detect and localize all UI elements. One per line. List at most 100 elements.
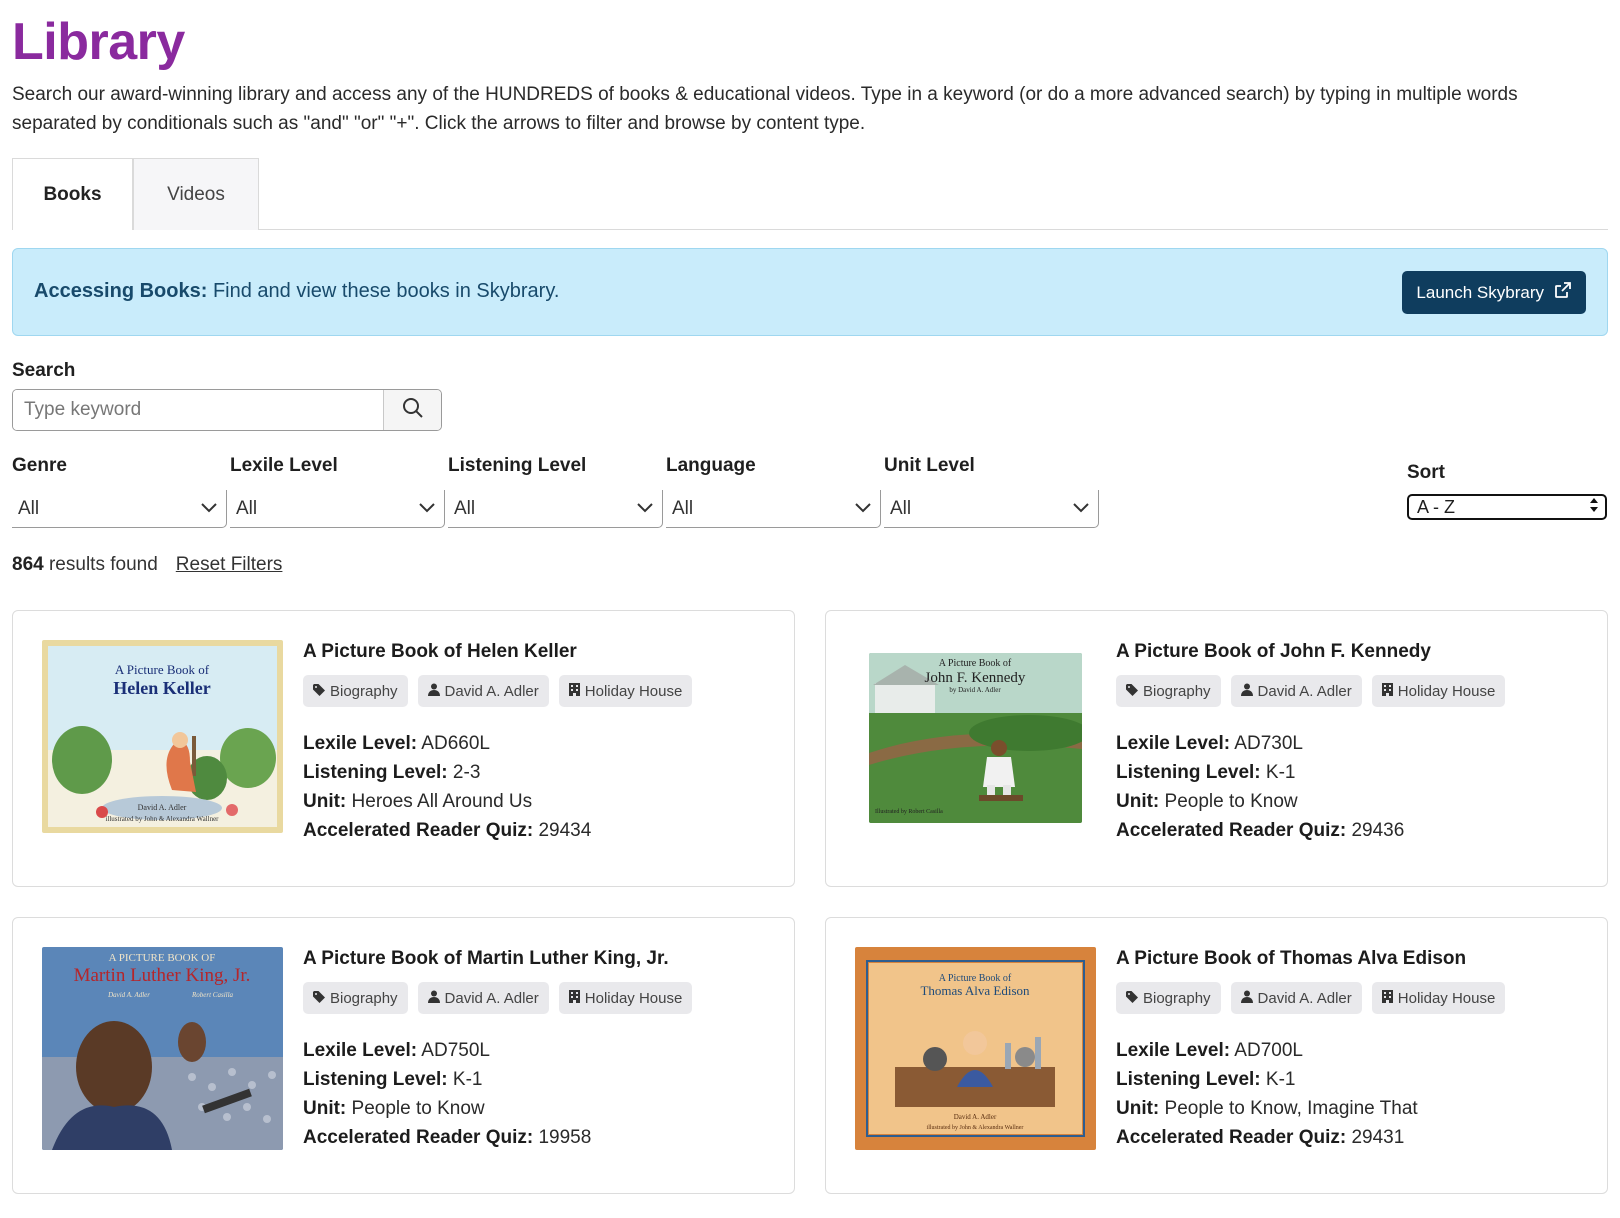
ar-quiz-row: Accelerated Reader Quiz: 29436 [1116,816,1586,845]
accessing-books-notice: Accessing Books: Find and view these boo… [12,248,1608,336]
lexile-select[interactable]: All [230,490,445,528]
cover-byline: by David A. Adler [949,686,1001,694]
book-meta: Lexile Level: AD660L Listening Level: 2-… [303,729,773,845]
book-card[interactable]: A Picture Book of Helen Keller David A. … [12,610,795,887]
genre-tag[interactable]: Biography [1116,675,1221,707]
lexile-filter-label: Lexile Level [230,455,338,476]
publisher-tag-label: Holiday House [584,682,683,700]
book-cover[interactable]: A PICTURE BOOK OF Martin Luther King, Jr… [42,947,283,1150]
genre-select[interactable]: All [12,490,227,528]
language-filter-label: Language [666,455,756,476]
listening-value: K-1 [1265,1069,1296,1090]
author-tag[interactable]: David A. Adler [417,675,549,707]
genre-tag-label: Biography [1143,682,1211,700]
cover-line2: Martin Luther King, Jr. [74,965,251,986]
sort-select-value: A - Z [1417,496,1456,517]
cover-line2: Thomas Alva Edison [920,983,1030,998]
ar-quiz-value: 19958 [538,1127,592,1148]
unit-label: Unit: [1116,1098,1160,1119]
launch-skybrary-button[interactable]: Launch Skybrary [1402,271,1586,314]
unit-select[interactable]: All [884,490,1099,528]
building-icon [1381,682,1393,700]
unit-label: Unit: [303,1098,347,1119]
book-cover[interactable]: A Picture Book of Thomas Alva Edison Dav… [855,947,1096,1150]
book-cover[interactable]: A Picture Book of Helen Keller David A. … [42,640,283,833]
ar-quiz-value: 29436 [1351,820,1405,841]
listening-row: Listening Level: K-1 [303,1065,773,1094]
sort-select[interactable]: A - Z [1407,494,1607,520]
author-tag-label: David A. Adler [444,682,539,700]
book-tags: Biography David A. Adler Holiday House [1116,675,1586,707]
ar-quiz-label: Accelerated Reader Quiz: [303,820,534,841]
book-meta: Lexile Level: AD700L Listening Level: K-… [1116,1036,1586,1152]
building-icon [568,682,580,700]
search-icon [402,397,424,424]
book-tags: Biography David A. Adler Holiday House [1116,982,1586,1014]
book-title[interactable]: A Picture Book of Thomas Alva Edison [1116,948,1586,972]
cover-byline: David A. Adler [954,1113,997,1121]
unit-filter: Unit Level All [884,455,1099,528]
genre-tag[interactable]: Biography [303,982,408,1014]
page-title: Library [12,13,185,71]
building-icon [1381,989,1393,1007]
lexile-row: Lexile Level: AD750L [303,1036,773,1065]
ar-quiz-row: Accelerated Reader Quiz: 29434 [303,816,773,845]
language-select-value: All [672,497,694,519]
book-meta: Lexile Level: AD730L Listening Level: K-… [1116,729,1586,845]
ar-quiz-row: Accelerated Reader Quiz: 19958 [303,1123,773,1152]
cover-byline: David A. Adler [107,991,150,999]
book-title[interactable]: A Picture Book of John F. Kennedy [1116,641,1586,665]
author-tag[interactable]: David A. Adler [1230,982,1362,1014]
publisher-tag[interactable]: Holiday House [1371,675,1506,707]
cover-illustrator: illustrated by John & Alexandra Wallner [105,815,219,823]
publisher-tag[interactable]: Holiday House [558,675,693,707]
ar-quiz-row: Accelerated Reader Quiz: 29431 [1116,1123,1586,1152]
unit-row: Unit: People to Know [303,1094,773,1123]
tab-books[interactable]: Books [12,158,133,230]
listening-filter: Listening Level All [448,455,663,528]
genre-tag[interactable]: Biography [1116,982,1221,1014]
listening-row: Listening Level: K-1 [1116,1065,1586,1094]
genre-tag[interactable]: Biography [303,675,408,707]
results-count-text: 864 results found [12,554,158,576]
book-tags: Biography David A. Adler Holiday House [303,982,773,1014]
external-link-icon [1554,281,1572,304]
author-tag[interactable]: David A. Adler [417,982,549,1014]
search-box [12,389,442,431]
results-suffix: results found [48,554,158,575]
person-icon [1240,683,1253,700]
publisher-tag[interactable]: Holiday House [558,982,693,1014]
reset-filters-link[interactable]: Reset Filters [176,554,283,576]
ar-quiz-value: 29431 [1351,1127,1405,1148]
publisher-tag-label: Holiday House [584,989,683,1007]
publisher-tag[interactable]: Holiday House [1371,982,1506,1014]
search-button[interactable] [383,390,441,430]
book-title[interactable]: A Picture Book of Martin Luther King, Jr… [303,948,773,972]
cover-illustrator: Illustrated by Robert Casilla [875,809,943,815]
author-tag-label: David A. Adler [444,989,539,1007]
book-title[interactable]: A Picture Book of Helen Keller [303,641,773,665]
lexile-select-value: All [236,497,258,519]
language-select[interactable]: All [666,490,881,528]
sort-label: Sort [1407,462,1445,483]
unit-row: Unit: Heroes All Around Us [303,787,773,816]
listening-select[interactable]: All [448,490,663,528]
results-summary: 864 results found Reset Filters [12,554,282,576]
book-card[interactable]: A PICTURE BOOK OF Martin Luther King, Jr… [12,917,795,1194]
unit-value: People to Know [1164,791,1298,812]
author-tag[interactable]: David A. Adler [1230,675,1362,707]
book-info: A Picture Book of Martin Luther King, Jr… [303,948,773,1152]
author-tag-label: David A. Adler [1257,682,1352,700]
publisher-tag-label: Holiday House [1397,682,1496,700]
ar-quiz-value: 29434 [538,820,592,841]
lexile-value: AD750L [421,1040,490,1061]
launch-skybrary-label: Launch Skybrary [1416,282,1544,302]
book-card[interactable]: A Picture Book of John F. Kennedy by Dav… [825,610,1608,887]
book-card[interactable]: A Picture Book of Thomas Alva Edison Dav… [825,917,1608,1194]
book-info: A Picture Book of John F. Kennedy Biogra… [1116,641,1586,845]
book-cover[interactable]: A Picture Book of John F. Kennedy by Dav… [869,653,1082,823]
sort-control: Sort A - Z [1407,462,1607,520]
listening-label: Listening Level: [303,762,448,783]
tab-videos[interactable]: Videos [133,158,259,230]
search-input[interactable] [13,390,383,430]
